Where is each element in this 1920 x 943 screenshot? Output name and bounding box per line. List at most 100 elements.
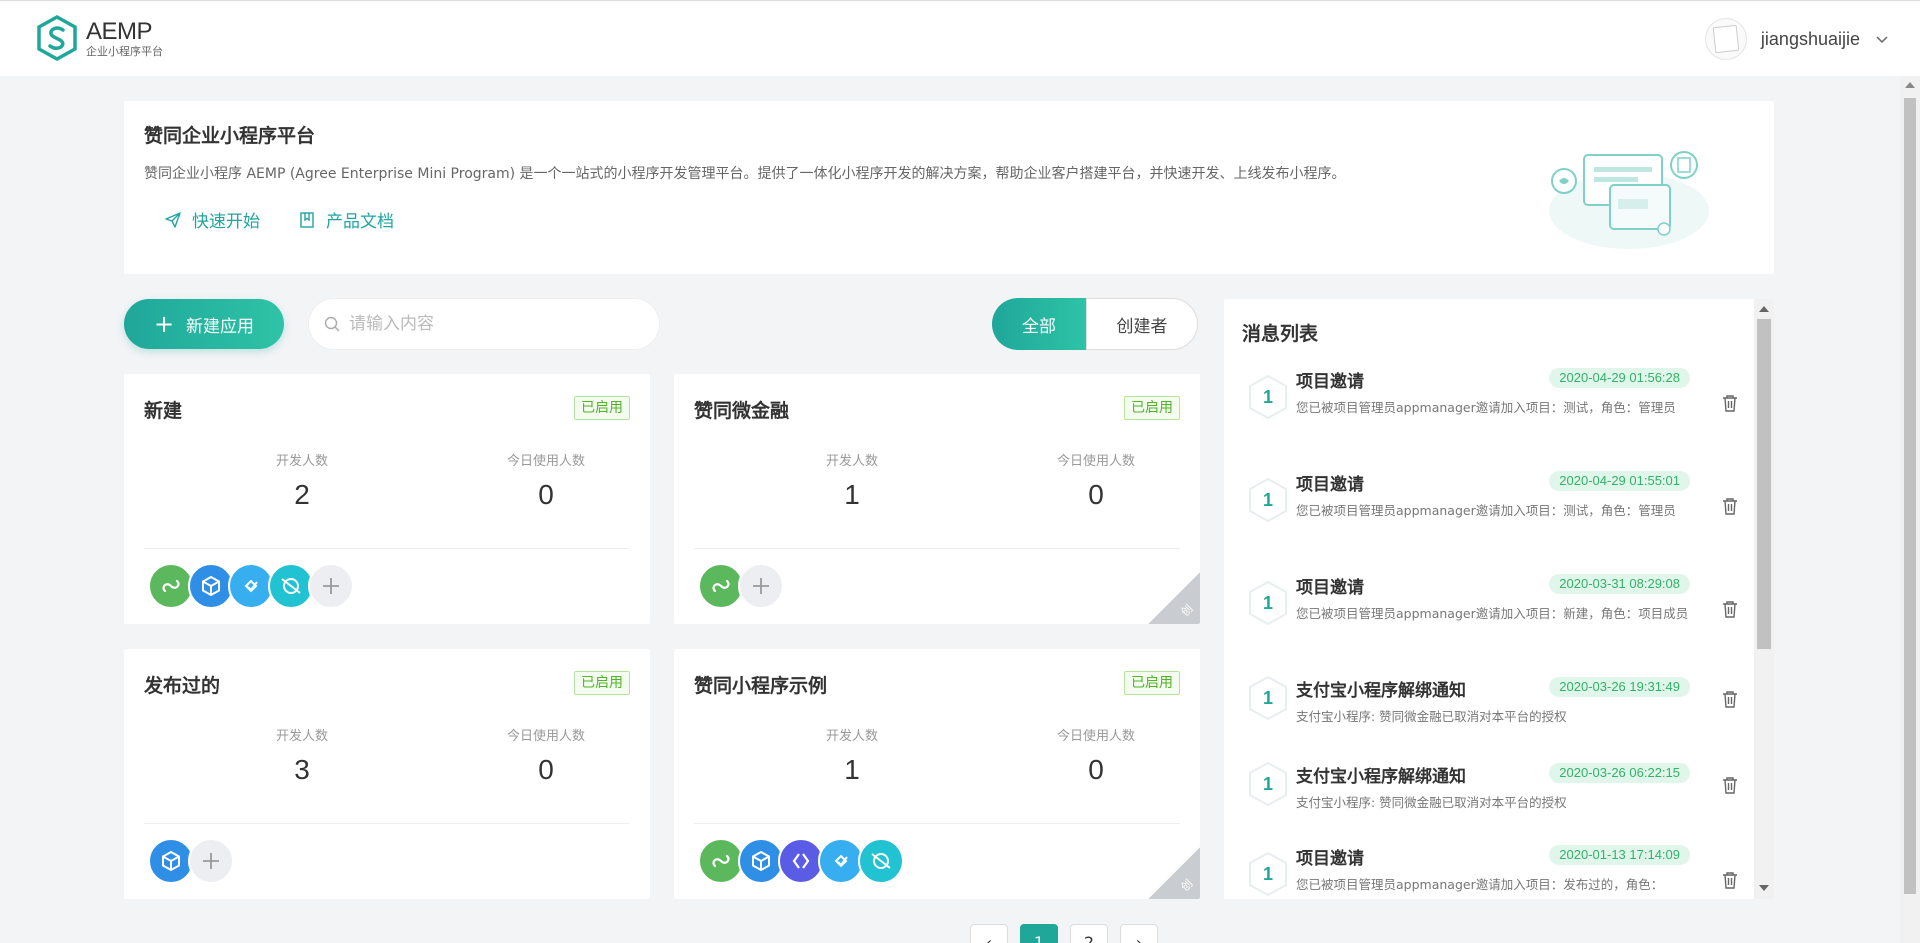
user-menu[interactable]: jiangshuaijie [1704,18,1890,60]
message-list-panel: 消息列表 1 项目邀请 2020-04-29 01:56:28 您已被项目管理员… [1224,299,1774,899]
product-docs-link[interactable]: 产品文档 [298,207,394,232]
status-badge: 已启用 [574,396,630,420]
dev-count-label: 开发人数 [825,729,878,744]
message-body: 支付宝小程序: 赞同微金融已取消对本平台的授权 [1296,795,1567,810]
creator-ribbon: 创 [1148,847,1200,899]
message-title: 支付宝小程序解绑通知 [1296,681,1466,701]
scroll-up-arrow[interactable] [1759,306,1769,312]
add-platform-button[interactable] [188,838,234,884]
today-users-value: 0 [538,479,554,510]
today-users-label: 今日使用人数 [506,454,585,469]
search-input[interactable] [349,314,639,334]
message-body: 您已被项目管理员appmanager邀请加入项目：新建，角色：项目成员 [1296,606,1689,621]
intro-title: 赞同企业小程序平台 [144,125,316,147]
status-badge: 已启用 [1124,671,1180,695]
dev-count-value: 1 [844,479,860,510]
app-logo[interactable]: AEMP 企业小程序平台 [36,15,163,61]
message-count-badge: 1 [1246,674,1290,722]
divider [144,823,630,824]
message-title: 项目邀请 [1296,372,1364,392]
quick-start-link[interactable]: 快速开始 [164,207,260,232]
creator-ribbon: 创 [1148,572,1200,624]
username[interactable]: jiangshuaijie [1761,29,1860,50]
trash-icon[interactable] [1720,870,1742,892]
page-button[interactable]: 1 [1020,924,1058,943]
intro-description: 赞同企业小程序 AEMP (Agree Enterprise Mini Prog… [144,166,1346,182]
prev-page-button[interactable]: ‹ [970,924,1008,943]
today-users-label: 今日使用人数 [1056,729,1135,744]
message-time: 2020-03-26 06:22:15 [1549,763,1690,783]
add-platform-button[interactable] [738,563,784,609]
message-count-badge: 1 [1246,373,1290,421]
dev-count-label: 开发人数 [825,454,878,469]
platform-icons [148,563,354,609]
top-bar: AEMP 企业小程序平台 jiangshuaijie [0,0,1920,76]
new-app-label: 新建应用 [186,316,255,337]
trash-icon[interactable] [1720,775,1742,797]
scrollbar-thumb[interactable] [1904,98,1916,894]
today-users-value: 0 [1088,479,1104,510]
quick-start-label: 快速开始 [192,212,260,232]
pagination: ‹ 1 2 › [970,924,1158,943]
intro-illustration [1549,151,1709,249]
dev-count-label: 开发人数 [275,729,328,744]
app-card[interactable]: 赞同小程序示例 已启用 开发人数 1 今日使用人数 0 创 [674,649,1200,899]
aemp-logo-icon [37,15,77,61]
message-time: 2020-04-29 01:56:28 [1549,368,1690,388]
message-list-title: 消息列表 [1242,323,1319,345]
trash-icon[interactable] [1720,689,1742,711]
page-button[interactable]: 2 [1070,924,1108,943]
app-card[interactable]: 赞同微金融 已启用 开发人数 1 今日使用人数 0 创 [674,374,1200,624]
message-count-badge: 1 [1246,476,1290,524]
app-name: 赞同微金融 [694,400,790,422]
trash-icon[interactable] [1720,496,1742,518]
platform-icons [698,838,904,884]
platform-intro-card: 赞同企业小程序平台 赞同企业小程序 AEMP (Agree Enterprise… [124,101,1774,274]
message-title: 项目邀请 [1296,578,1364,598]
message-count-badge: 1 [1246,760,1290,808]
message-count-badge: 1 [1246,579,1290,627]
message-title: 项目邀请 [1296,475,1364,495]
logo-title: AEMP [86,17,153,45]
status-badge: 已启用 [574,671,630,695]
new-app-button[interactable]: + 新建应用 [124,299,284,349]
planet-icon[interactable] [858,838,904,884]
logo-subtitle: 企业小程序平台 [86,44,163,58]
message-time: 2020-03-26 19:31:49 [1549,677,1690,697]
next-page-button[interactable]: › [1120,924,1158,943]
message-count-badge: 1 [1246,850,1290,898]
scroll-down-arrow[interactable] [1759,885,1769,891]
trash-icon[interactable] [1720,393,1742,415]
add-platform-button[interactable] [308,563,354,609]
creator-ribbon-text: 创 [1178,876,1196,894]
filter-creator-button[interactable]: 创建者 [1086,298,1198,350]
message-title: 支付宝小程序解绑通知 [1296,767,1466,787]
dev-count-value: 3 [294,754,310,785]
book-icon [300,211,314,228]
dev-count-value: 2 [294,479,310,510]
today-users-label: 今日使用人数 [1056,454,1135,469]
filter-toggle: 全部 创建者 [992,298,1198,350]
search-box[interactable] [308,298,660,350]
scroll-up-arrow[interactable] [1905,82,1915,88]
app-card[interactable]: 发布过的 已启用 开发人数 3 今日使用人数 0 [124,649,650,899]
plus-icon: + [153,310,175,338]
app-name: 赞同小程序示例 [694,675,828,697]
avatar[interactable] [1704,18,1747,60]
message-title: 项目邀请 [1296,849,1364,869]
today-users-label: 今日使用人数 [506,729,585,744]
creator-ribbon-text: 创 [1178,601,1196,619]
app-card[interactable]: 新建 已启用 开发人数 2 今日使用人数 0 [124,374,650,624]
window-scrollbar[interactable] [1900,76,1920,943]
platform-icons [148,838,234,884]
scrollbar-thumb[interactable] [1757,319,1771,649]
chevron-down-icon[interactable] [1874,31,1890,47]
message-body: 支付宝小程序: 赞同微金融已取消对本平台的授权 [1296,709,1567,724]
app-name: 新建 [144,400,183,422]
message-time: 2020-01-13 17:14:09 [1549,845,1690,865]
message-body: 您已被项目管理员appmanager邀请加入项目：发布过的，角色： [1296,877,1664,892]
product-docs-label: 产品文档 [326,212,394,232]
trash-icon[interactable] [1720,599,1742,621]
filter-all-button[interactable]: 全部 [992,298,1086,350]
message-list-scrollbar[interactable] [1754,299,1774,899]
